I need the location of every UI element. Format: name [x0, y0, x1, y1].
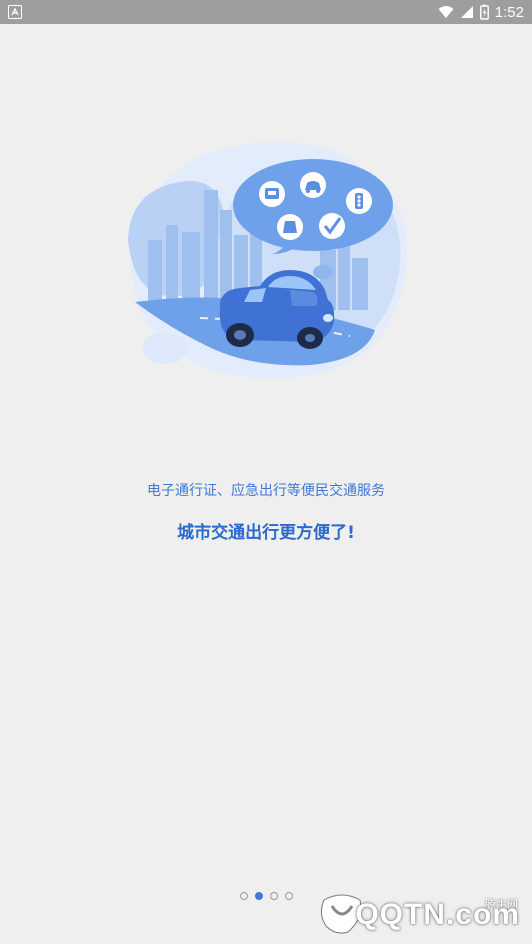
traffic-car-illustration	[128, 141, 408, 379]
intro-title: 城市交通出行更方便了!	[177, 523, 355, 543]
page-dot-active[interactable]	[254, 892, 263, 900]
notification-a-icon	[8, 5, 22, 19]
page-dot[interactable]	[269, 892, 278, 900]
status-right-group: 1:52	[438, 0, 524, 24]
watermark: 腾牛网 QQTN.com	[314, 890, 524, 940]
status-bar: 1:52	[0, 0, 532, 24]
status-time: 1:52	[494, 3, 524, 21]
wifi-icon	[438, 6, 454, 18]
intro-subtitle: 电子通行证、应急出行等便民交通服务	[147, 483, 385, 499]
page-dot[interactable]	[239, 892, 248, 900]
battery-icon	[479, 4, 489, 20]
watermark-brand-text: QQTN.com	[355, 898, 520, 931]
page-dot[interactable]	[284, 892, 293, 900]
cell-signal-icon	[460, 6, 473, 18]
